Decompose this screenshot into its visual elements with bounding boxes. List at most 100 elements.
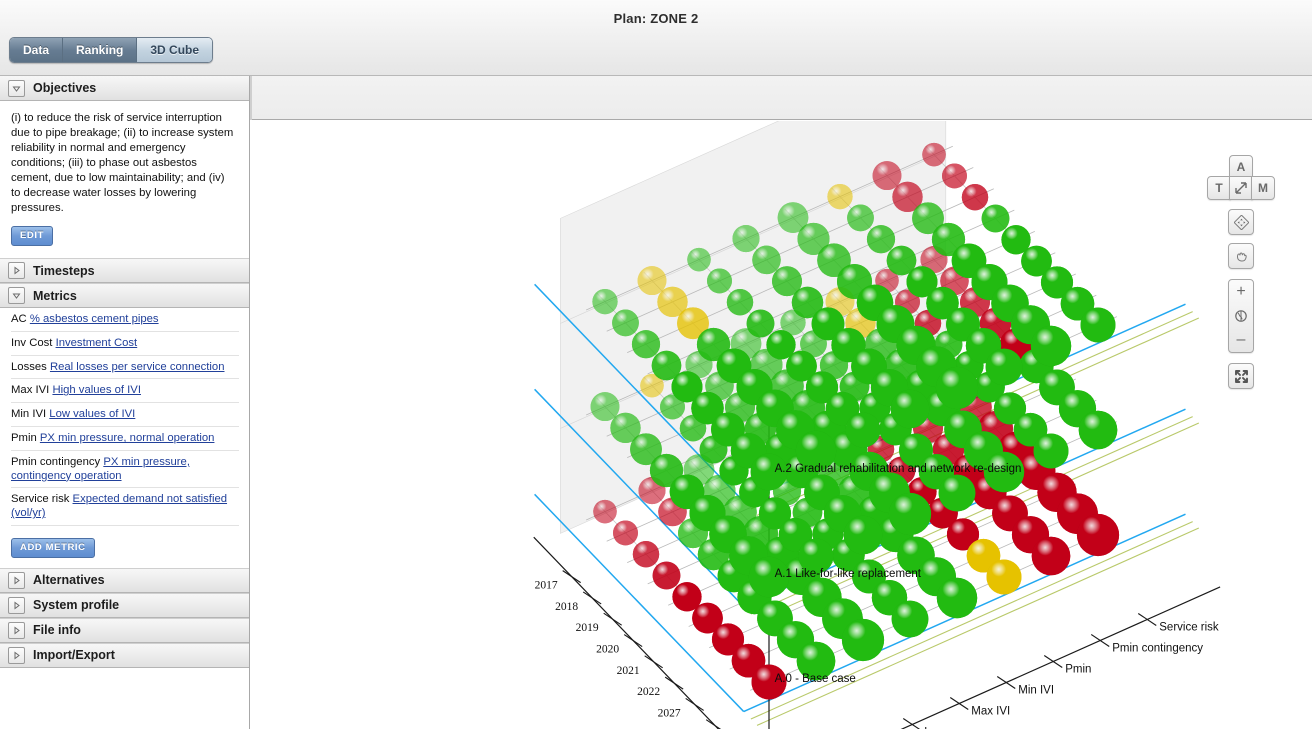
metric-row[interactable]: Pmin PX min pressure, normal operation: [11, 427, 239, 451]
sidebar-panel-metrics[interactable]: Metrics: [0, 283, 249, 309]
cube-sphere[interactable]: [866, 225, 896, 254]
cube-sphere[interactable]: [752, 245, 781, 275]
cube-sphere[interactable]: [1076, 513, 1120, 557]
zoom-in-button[interactable]: +: [1229, 280, 1253, 304]
cube-sphere[interactable]: [1031, 536, 1071, 576]
zoom-out-button[interactable]: –: [1229, 328, 1253, 352]
diagonal-arrows-icon[interactable]: [1229, 176, 1253, 200]
chevron-down-icon[interactable]: [8, 287, 25, 305]
metric-axis-label: Service risk: [1159, 621, 1219, 633]
chevron-right-icon[interactable]: [8, 262, 25, 280]
cube-sphere[interactable]: [590, 392, 620, 422]
cube-sphere[interactable]: [985, 348, 1023, 386]
cube-sphere[interactable]: [637, 266, 667, 296]
metric-row[interactable]: Pmin contingency PX min pressure, contin…: [11, 451, 239, 489]
metric-description-link[interactable]: PX min pressure, normal operation: [40, 432, 215, 444]
axis-m-button[interactable]: M: [1251, 176, 1275, 200]
cube-sphere[interactable]: [942, 163, 967, 189]
chevron-right-icon[interactable]: [8, 571, 25, 589]
objectives-body: (i) to reduce the risk of service interr…: [0, 101, 249, 258]
hand-icon[interactable]: [1228, 243, 1254, 269]
axis-t-button[interactable]: T: [1207, 176, 1231, 200]
metric-axis-label: Min IVI: [1018, 684, 1054, 696]
edit-objectives-button[interactable]: EDIT: [11, 226, 54, 247]
cube-sphere[interactable]: [1030, 325, 1072, 367]
sidebar-panel-system-profile[interactable]: System profile: [0, 592, 249, 618]
cube-svg[interactable]: 201720182019202020212022202720322037ACIn…: [250, 121, 1312, 729]
cube-sphere[interactable]: [1078, 410, 1118, 450]
sidebar-panel-import-export[interactable]: Import/Export: [0, 642, 249, 668]
panel-title-file-info: File info: [33, 623, 81, 638]
metric-row[interactable]: Min IVI Low values of IVI: [11, 403, 239, 428]
cube-sphere[interactable]: [986, 559, 1022, 595]
cube-sphere[interactable]: [890, 389, 930, 429]
tab-3d-cube[interactable]: 3D Cube: [137, 38, 213, 62]
metric-code: Min IVI: [11, 408, 47, 421]
chevron-right-icon[interactable]: [8, 621, 25, 639]
metric-description-link[interactable]: % asbestos cement pipes: [30, 313, 159, 325]
metric-axis-label: Max IVI: [971, 705, 1010, 717]
sidebar-panel-timesteps[interactable]: Timesteps: [0, 258, 249, 284]
metric-description-link[interactable]: Investment Cost: [56, 337, 138, 349]
sidebar-panel-file-info[interactable]: File info: [0, 617, 249, 643]
panel-title-import-export: Import/Export: [33, 648, 115, 663]
alternative-label: A.1 Like-for-like replacement: [775, 568, 922, 580]
cube-sphere[interactable]: [707, 268, 732, 294]
cube-sphere[interactable]: [843, 515, 883, 555]
cube-sphere[interactable]: [613, 520, 638, 546]
cube-sphere[interactable]: [936, 577, 978, 619]
metric-row[interactable]: AC % asbestos cement pipes: [11, 308, 239, 332]
cube-sphere[interactable]: [746, 309, 775, 338]
timestep-tick-label: 2019: [576, 622, 599, 634]
cube-sphere[interactable]: [845, 412, 881, 448]
add-metric-button[interactable]: ADD METRIC: [11, 537, 95, 558]
sidebar-panel-alternatives[interactable]: Alternatives: [0, 567, 249, 593]
metric-code: Pmin contingency: [11, 455, 101, 468]
cube-sphere[interactable]: [872, 161, 902, 191]
metric-row[interactable]: Max IVI High values of IVI: [11, 379, 239, 404]
globe-icon[interactable]: [1229, 304, 1253, 328]
cube-sphere[interactable]: [612, 309, 639, 337]
cube-sphere[interactable]: [891, 600, 929, 638]
cube-plot[interactable]: 201720182019202020212022202720322037ACIn…: [250, 121, 1312, 729]
metric-description-link[interactable]: Real losses per service connection: [50, 361, 225, 373]
cube-sphere[interactable]: [935, 366, 979, 410]
metric-description-link[interactable]: Low values of IVI: [49, 408, 135, 420]
cube-sphere[interactable]: [841, 618, 885, 662]
cube-sphere[interactable]: [827, 183, 853, 210]
metric-row[interactable]: Inv Cost Investment Cost: [11, 332, 239, 356]
metric-row[interactable]: Losses Real losses per service connectio…: [11, 356, 239, 380]
pan-icon[interactable]: [1228, 209, 1254, 235]
cube-sphere[interactable]: [593, 499, 617, 524]
metric-row[interactable]: Service risk Expected demand not satisfi…: [11, 488, 239, 526]
cube-sphere[interactable]: [726, 289, 754, 316]
cube-sphere[interactable]: [632, 541, 660, 568]
cube-sphere[interactable]: [938, 474, 976, 512]
cube-sphere[interactable]: [592, 288, 618, 315]
axis-buttons: A T M: [1207, 155, 1275, 200]
cube-sphere[interactable]: [847, 204, 874, 232]
chevron-right-icon[interactable]: [8, 596, 25, 614]
cube-sphere[interactable]: [652, 561, 681, 590]
cube-sphere[interactable]: [687, 247, 711, 272]
chevron-down-icon[interactable]: [8, 79, 25, 97]
cube-sphere[interactable]: [922, 142, 946, 167]
metric-code: Losses: [11, 360, 47, 373]
chevron-right-icon[interactable]: [8, 646, 25, 664]
fullscreen-icon[interactable]: [1228, 363, 1254, 389]
tab-ranking[interactable]: Ranking: [63, 38, 138, 62]
top-bar: Plan: ZONE 2 Data Ranking 3D Cube: [0, 0, 1312, 76]
cube-sphere[interactable]: [961, 184, 989, 211]
panel-title-objectives: Objectives: [33, 81, 97, 95]
tab-data[interactable]: Data: [10, 38, 64, 62]
cube-sphere[interactable]: [1080, 307, 1116, 343]
cube-sphere[interactable]: [631, 330, 661, 359]
metric-description-link[interactable]: High values of IVI: [52, 384, 141, 396]
alternative-label: A.0 - Base case: [775, 673, 856, 685]
cube-sphere[interactable]: [1033, 433, 1069, 469]
cube-sphere[interactable]: [732, 225, 760, 253]
cube-sphere[interactable]: [888, 492, 932, 536]
cube-sphere[interactable]: [981, 204, 1010, 233]
zoom-controls: + –: [1228, 279, 1254, 353]
sidebar-panel-objectives[interactable]: Objectives: [0, 76, 249, 101]
